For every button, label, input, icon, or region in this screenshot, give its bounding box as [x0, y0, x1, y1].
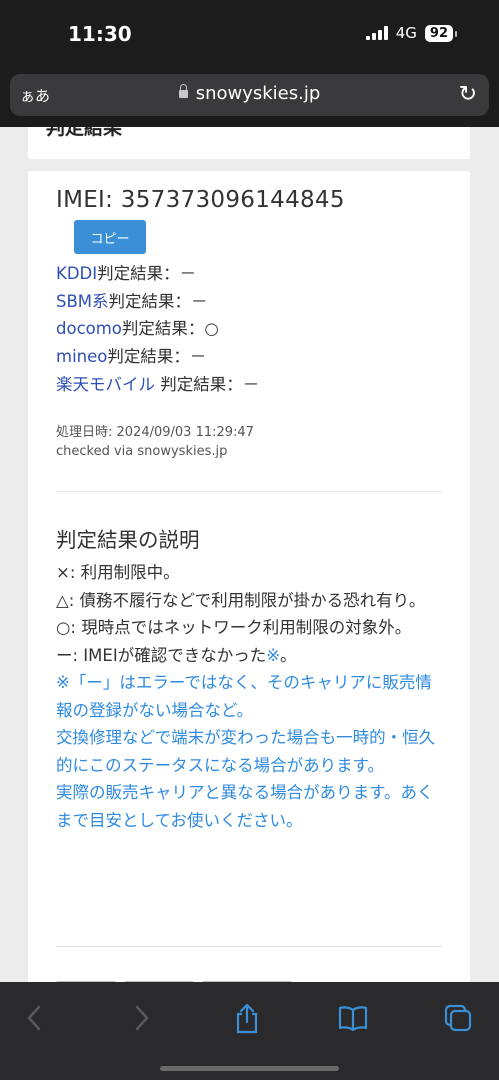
result-row-docomo: docomo判定結果：○	[56, 319, 219, 339]
result-row-mineo: mineo判定結果：－	[56, 347, 207, 367]
result-row-rakuten: 楽天モバイル 判定結果：－	[56, 374, 260, 394]
copy-button[interactable]: コピー	[74, 220, 146, 254]
carrier-link-kddi[interactable]: KDDI	[56, 264, 97, 283]
status-bar: 11:30 4G 92	[0, 0, 499, 66]
carrier-results: KDDI判定結果：－ SBM系判定結果：－ docomo判定結果：○ mineo…	[56, 260, 259, 399]
url-text: snowyskies.jp	[195, 83, 321, 104]
explanation-triangle: △: 債務不履行などで利用制限が掛かる恐れ有り。	[56, 590, 426, 610]
status-time: 11:30	[68, 22, 132, 46]
explanation-circle: ○: 現時点ではネットワーク利用制限の対象外。	[56, 618, 412, 637]
result-card: IMEI: 357373096144845 コピー KDDI判定結果：－ SBM…	[28, 171, 470, 982]
divider	[56, 946, 442, 947]
status-right: 4G 92	[365, 24, 458, 42]
carrier-link-mineo[interactable]: mineo	[56, 347, 107, 366]
tabs-icon[interactable]	[438, 1000, 478, 1036]
checked-via: checked via snowyskies.jp	[56, 444, 228, 459]
lock-icon	[178, 84, 188, 98]
divider	[56, 491, 442, 492]
explanation-title: 判定結果の説明	[56, 528, 200, 552]
address-bar[interactable]: ぁあ snowyskies.jp ↻	[10, 74, 489, 116]
reload-icon[interactable]: ↻	[459, 82, 477, 107]
url-display[interactable]: snowyskies.jp	[10, 83, 489, 104]
web-page[interactable]: 判定結果 IMEI: 357373096144845 コピー KDDI判定結果：…	[0, 127, 499, 982]
processed-at: 処理日時: 2024/09/03 11:29:47	[56, 425, 254, 440]
bookmarks-icon[interactable]	[333, 1000, 373, 1036]
result-header-card: 判定結果	[28, 127, 470, 159]
carrier-link-rakuten[interactable]: 楽天モバイル	[56, 375, 155, 394]
note-link[interactable]: ※	[266, 646, 280, 665]
imei-label: IMEI: 357373096144845	[56, 187, 345, 213]
carrier-link-docomo[interactable]: docomo	[56, 319, 122, 338]
note-2: 交換修理などで端末が変わった場合も一時的・恒久的にこのステータスになる場合があり…	[56, 728, 436, 775]
cellular-signal-icon	[365, 26, 388, 40]
result-header-title: 判定結果	[46, 127, 123, 139]
forward-icon[interactable]	[122, 1000, 162, 1036]
result-row-kddi: KDDI判定結果：－	[56, 264, 197, 283]
explanation-x: ×: 利用制限中。	[56, 563, 180, 582]
share-icon[interactable]	[227, 1000, 267, 1036]
network-type: 4G	[395, 24, 417, 42]
note-3: 実際の販売キャリアと異なる場合があります。あくまで目安としてお使いください。	[56, 783, 434, 830]
explanation-body: ×: 利用制限中。 △: 債務不履行などで利用制限が掛かる恐れ有り。 ○: 現時…	[56, 559, 448, 834]
check-meta: 処理日時: 2024/09/03 11:29:47 checked via sn…	[56, 423, 254, 461]
back-icon[interactable]	[14, 1000, 54, 1036]
result-row-sbm: SBM系判定結果：－	[56, 291, 208, 311]
note-1: ※「ー」はエラーではなく、そのキャリアに販売情報の登録がない場合など。	[56, 673, 432, 720]
explanation-dash: ー: IMEIが確認できなかった※。	[56, 645, 297, 665]
home-indicator	[160, 1066, 339, 1071]
battery-icon: 92	[424, 24, 458, 42]
carrier-link-sbm[interactable]: SBM系	[56, 292, 109, 311]
browser-address-area: ぁあ snowyskies.jp ↻	[0, 66, 499, 127]
